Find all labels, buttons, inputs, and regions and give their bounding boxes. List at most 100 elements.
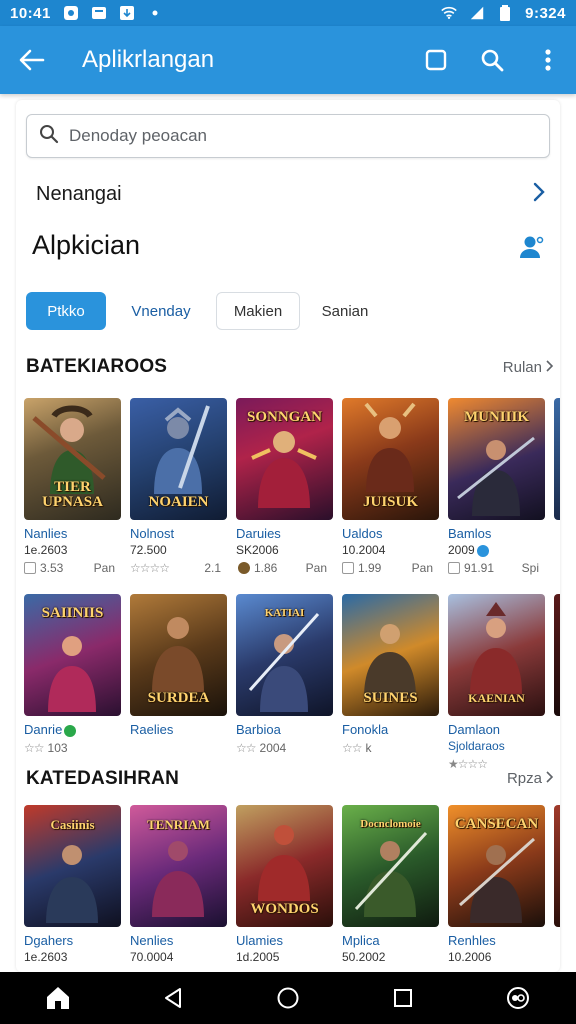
app-art-text: JUISUK <box>362 494 418 510</box>
app-name: Damlaon <box>448 722 501 737</box>
app-thumbnail-partial[interactable] <box>554 805 560 927</box>
search-icon[interactable] <box>464 26 520 94</box>
app-sub: 70.0004 <box>130 950 174 964</box>
app-art-text: SAIINIIS <box>41 605 104 621</box>
system-nav-bar <box>0 972 576 1024</box>
search-input[interactable] <box>69 126 509 146</box>
chip-makien[interactable]: Makien <box>216 292 300 330</box>
app-tile[interactable]: SAIINIIS Danrie ☆☆ 103 <box>24 594 121 771</box>
dot-icon <box>147 5 163 21</box>
app-name: Raelies <box>130 722 174 737</box>
app-name: Nanlies <box>24 526 68 541</box>
app-name: Nenlies <box>130 933 174 948</box>
back-triangle-icon[interactable] <box>143 972 203 1024</box>
notification-icon <box>63 5 79 21</box>
app-sub-text: Sjoldaraos <box>448 739 505 753</box>
app-thumbnail: Docnclomoie <box>342 805 439 927</box>
chip-ptkko[interactable]: Ptkko <box>26 292 106 330</box>
app-art-text: Casiinis <box>50 817 95 832</box>
app-thumbnail-partial[interactable] <box>554 594 560 716</box>
status-time-left: 10:41 <box>10 4 51 22</box>
box-icon <box>342 562 354 574</box>
download-icon <box>119 5 135 21</box>
app-tile[interactable]: SONNGAN Daruies SK2006 1.86 Pan <box>236 398 333 575</box>
circle-home-icon[interactable] <box>258 972 318 1024</box>
square-icon[interactable] <box>408 26 464 94</box>
app-sub: 50.2002 <box>342 950 386 964</box>
search-icon <box>39 124 59 149</box>
app-row: SAIINIIS Danrie ☆☆ 103 SURDEA Raelies KAT… <box>24 594 560 771</box>
app-tile[interactable]: WONDOS Ulamies 1d.2005 <box>236 805 333 964</box>
search-bar[interactable] <box>26 114 550 158</box>
app-tile[interactable]: Docnclomoie Mplica 50.2002 <box>342 805 439 964</box>
app-sub: 1e.2603 <box>24 950 68 964</box>
chip-vnenday[interactable]: Vnenday <box>116 292 206 330</box>
app-meta: 3.53 Pan <box>24 561 121 575</box>
app-meta: 91.91 Spi <box>448 561 545 575</box>
app-sub: 10.2004 <box>342 543 386 557</box>
app-name: Mplica <box>342 933 380 948</box>
app-sub: Sjoldaraos <box>448 739 545 753</box>
app-art-text: MUNIIIK <box>463 409 529 425</box>
app-name: Nolnost <box>130 526 175 541</box>
app-sub: 1d.2005 <box>236 950 280 964</box>
star-rating-icon: ☆☆ <box>236 741 256 755</box>
app-tile[interactable]: JUISUK Ualdos 10.2004 1.99 Pan <box>342 398 439 575</box>
app-tile[interactable]: MUNIIIK Bamlos 2009 91.91 Spi <box>448 398 545 575</box>
back-arrow-icon[interactable] <box>0 26 64 94</box>
app-extra: Spi <box>521 561 539 575</box>
chip-sanian[interactable]: Sanian <box>310 292 380 330</box>
app-rating: 3.53 <box>40 561 64 575</box>
app-bar-title: Aplikrlangan <box>82 46 215 73</box>
app-art-text: TIER UPNASA <box>42 479 103 510</box>
app-art-text: KAENIAN <box>468 691 525 705</box>
app-tile[interactable]: TIER UPNASA Nanlies 1e.2603 3.53 Pan <box>24 398 121 575</box>
app-meta: ☆☆ 103 <box>24 741 121 755</box>
person-icon[interactable] <box>518 234 544 260</box>
app-tile[interactable]: KAENIAN Damlaon Sjoldaraos ★☆☆☆ <box>448 594 545 771</box>
app-meta: 1.86 Pan <box>236 561 333 575</box>
app-name: Bamlos <box>448 526 492 541</box>
star-rating-icon: ☆☆☆☆ <box>130 561 170 575</box>
app-tile[interactable]: TENRIAM Nenlies 70.0004 <box>130 805 227 964</box>
app-tile[interactable]: NOAIEN Nolnost 72.500 ☆☆☆☆ 2.1 <box>130 398 227 575</box>
app-name: Dgahers <box>24 933 74 948</box>
app-tile[interactable]: KATIAI Barbioa ☆☆ 2004 <box>236 594 333 771</box>
app-tile[interactable]: SURDEA Raelies <box>130 594 227 771</box>
app-sub: SK2006 <box>236 543 279 557</box>
app-thumbnail: MUNIIIK <box>448 398 545 520</box>
app-row: Casiinis Dgahers 1e.2603 TENRIAM Nenlies… <box>24 805 560 964</box>
app-extra: Pan <box>305 561 327 575</box>
recent-square-icon[interactable] <box>373 972 433 1024</box>
message-icon <box>91 5 107 21</box>
app-name: Danrie <box>24 722 121 737</box>
app-tile[interactable]: Casiinis Dgahers 1e.2603 <box>24 805 121 964</box>
home-icon[interactable] <box>28 972 88 1024</box>
assistant-icon[interactable] <box>488 972 548 1024</box>
app-art-text: Docnclomoie <box>360 818 421 830</box>
app-sub: 1e.2603 <box>24 543 68 557</box>
app-sub: 10.2006 <box>448 950 492 964</box>
app-thumbnail-partial[interactable] <box>554 398 560 520</box>
app-rating: 1.86 <box>254 561 278 575</box>
app-name: Daruies <box>236 526 281 541</box>
content-card: Nenangai Alpkician Ptkko Vnenday Makien … <box>16 100 560 972</box>
more-vert-icon[interactable] <box>520 26 576 94</box>
filter-chips: Ptkko Vnenday Makien Sanian <box>26 292 380 330</box>
nav-row[interactable]: Nenangai <box>36 174 546 214</box>
app-rating: 103 <box>47 741 68 755</box>
app-thumbnail: KAENIAN <box>448 594 545 716</box>
app-meta: ☆☆☆☆ 2.1 <box>130 561 227 575</box>
box-icon <box>24 562 36 574</box>
app-tile[interactable]: CANSECAN Renhles 10.2006 <box>448 805 545 964</box>
verified-icon <box>64 724 77 737</box>
app-thumbnail: JUISUK <box>342 398 439 520</box>
app-tile[interactable]: SUINES Fonokla ☆☆ k <box>342 594 439 771</box>
section-more-link[interactable]: Rulan <box>503 359 554 376</box>
section-more-link[interactable]: Rpza <box>507 770 554 787</box>
app-rating: 2.1 <box>204 561 221 575</box>
app-rating: 1.99 <box>358 561 382 575</box>
nav-row-label: Nenangai <box>36 182 122 205</box>
page-title: Alpkician <box>32 230 141 260</box>
app-thumbnail: CANSECAN <box>448 805 545 927</box>
